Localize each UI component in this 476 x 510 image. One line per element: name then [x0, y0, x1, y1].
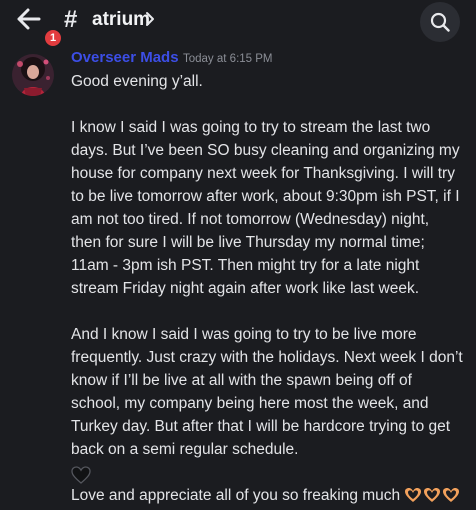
back-button[interactable]: 1 [16, 6, 63, 48]
channel-name[interactable]: atrium [92, 8, 150, 32]
channel-hash-icon: # [64, 6, 78, 33]
message-timestamp: Today at 6:15 PM [183, 53, 273, 65]
chevron-right-icon[interactable] [145, 11, 155, 27]
back-arrow-icon [17, 8, 41, 30]
message-closing-line: Love and appreciate all of you so freaki… [71, 484, 463, 510]
heart-hands-emoji-icon [404, 487, 461, 510]
unread-badge: 1 [43, 28, 63, 48]
message-paragraph: And I know I said I was going to try to … [71, 326, 463, 458]
search-icon [430, 12, 450, 32]
message-greeting: Good evening y’all. [71, 73, 203, 90]
message-author[interactable]: Overseer Mads [71, 49, 179, 67]
search-button[interactable] [420, 2, 460, 42]
message-paragraph: I know I said I was going to try to stre… [71, 119, 460, 297]
author-avatar[interactable] [12, 54, 54, 96]
black-heart-emoji-icon [71, 466, 91, 484]
message-closing: Love and appreciate all of you so freaki… [71, 487, 401, 504]
top-bar: 1 # atrium [0, 0, 476, 48]
message-content: Good evening y’all. I know I said I was … [71, 70, 463, 510]
